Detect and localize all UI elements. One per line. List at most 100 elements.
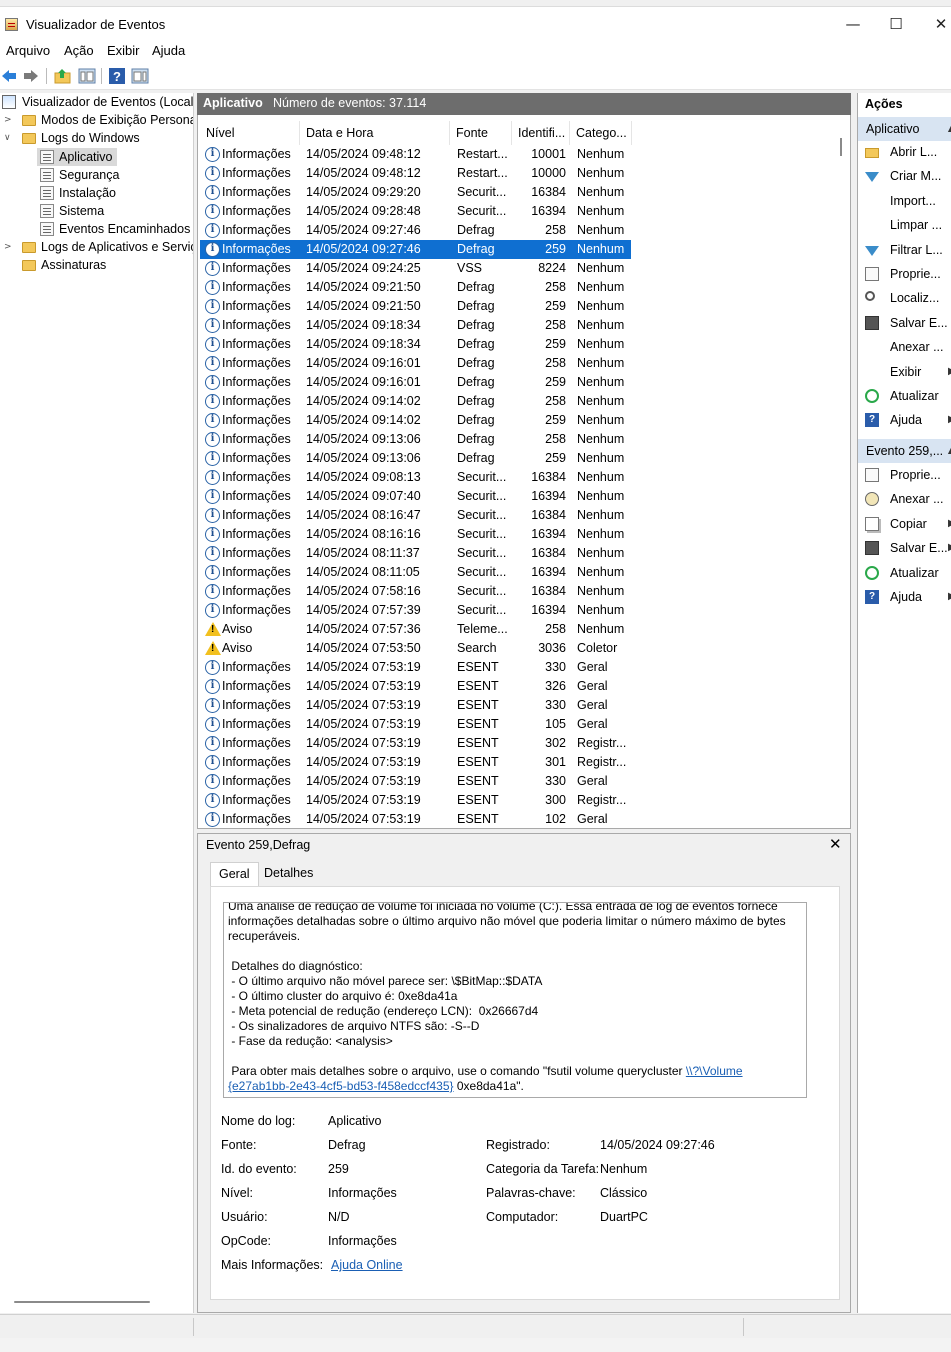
table-row[interactable]: i Informações 14/05/2024 09:16:01 Defrag 258… [200, 354, 631, 373]
actions-section-aplicativo[interactable]: Aplicativo [858, 117, 951, 141]
menu-arquivo[interactable]: Arquivo [6, 43, 50, 58]
table-row[interactable]: i Informações 14/05/2024 09:21:50 Defrag 258… [200, 278, 631, 297]
cell-date: 14/05/2024 09:29:20 [306, 185, 421, 199]
event-list[interactable]: Nível Data e Hora Fonte Identifi... Cate… [200, 121, 836, 827]
tree-node-aplicativo[interactable]: Aplicativo [37, 148, 117, 166]
column-header-source[interactable]: Fonte [450, 121, 512, 145]
action-item[interactable]: Limpar ... [858, 213, 951, 237]
table-row[interactable]: i Informações 14/05/2024 07:58:16 Securit..… [200, 582, 631, 601]
forward-arrow-icon[interactable] [22, 67, 40, 85]
cell-category: Nenhum [577, 166, 625, 180]
menu-acao[interactable]: Ação [64, 43, 94, 58]
table-row[interactable]: i Informações 14/05/2024 07:53:19 ESENT 330 G… [200, 696, 631, 715]
cell-source: Defrag [457, 356, 495, 370]
toolbar-separator [101, 68, 102, 84]
table-row[interactable]: i Informações 14/05/2024 07:53:19 ESENT 105 G… [200, 715, 631, 734]
table-row[interactable]: i Informações 14/05/2024 08:16:47 Securit..… [200, 506, 631, 525]
table-row[interactable]: i Informações 14/05/2024 07:53:19 ESENT 302 R… [200, 734, 631, 753]
action-item[interactable]: Atualizar [858, 561, 951, 585]
column-header-date[interactable]: Data e Hora [300, 121, 450, 145]
description-lines: Uma análise de redução de volume foi ini… [228, 903, 802, 1064]
action-item[interactable]: ?Ajuda▶ [858, 585, 951, 609]
detail-close-icon[interactable]: ✕ [829, 835, 842, 853]
actions-section-event[interactable]: Evento 259,... [858, 439, 951, 463]
event-description[interactable]: Uma análise de redução de volume foi ini… [223, 902, 807, 1098]
action-item[interactable]: Anexar ... [858, 487, 951, 511]
menu-exibir[interactable]: Exibir [107, 43, 140, 58]
volume-link[interactable]: \\?\Volume [686, 1064, 743, 1078]
table-row[interactable]: i Informações 14/05/2024 07:53:19 ESENT 300 R… [200, 791, 631, 810]
show-hide-tree-icon[interactable] [78, 67, 96, 85]
column-header-category[interactable]: Catego... [570, 121, 632, 145]
action-item[interactable]: Proprie... [858, 463, 951, 487]
table-row[interactable]: i Informações 14/05/2024 07:53:19 ESENT 330 G… [200, 658, 631, 677]
table-row[interactable]: i Informações 14/05/2024 09:14:02 Defrag 259… [200, 411, 631, 430]
column-header-id[interactable]: Identifi... [512, 121, 570, 145]
prop-log-name-value: Aplicativo [328, 1114, 382, 1128]
action-item[interactable]: Salvar E...▶ [858, 536, 951, 560]
table-row[interactable]: i Informações 14/05/2024 07:57:39 Securit..… [200, 601, 631, 620]
table-row[interactable]: i Informações 14/05/2024 09:18:34 Defrag 258… [200, 316, 631, 335]
table-row[interactable]: i Informações 14/05/2024 09:24:25 VSS 8224 Ne… [200, 259, 631, 278]
expand-chevron-icon[interactable]: > [4, 238, 12, 256]
up-folder-icon[interactable] [54, 67, 72, 85]
table-row[interactable]: i Informações 14/05/2024 07:53:19 ESENT 330 G… [200, 772, 631, 791]
action-item[interactable]: Salvar E... [858, 311, 951, 335]
close-button[interactable]: ✕ [926, 13, 951, 35]
action-item[interactable]: Localiz... [858, 286, 951, 310]
table-row[interactable]: i Informações 14/05/2024 09:48:12 Restart..… [200, 164, 631, 183]
table-row[interactable]: i Informações 14/05/2024 09:48:12 Restart..… [200, 145, 631, 164]
table-row[interactable]: i Informações 14/05/2024 09:27:46 Defrag 258… [200, 221, 631, 240]
back-arrow-icon[interactable] [0, 67, 18, 85]
action-item[interactable]: ?Ajuda▶ [858, 408, 951, 432]
status-bar [0, 1314, 951, 1338]
action-item[interactable]: Atualizar [858, 384, 951, 408]
cell-source: Securit... [457, 470, 507, 484]
table-row[interactable]: i Informações 14/05/2024 09:07:40 Securit..… [200, 487, 631, 506]
table-row[interactable]: i Informações 14/05/2024 07:53:19 ESENT 326 G… [200, 677, 631, 696]
tab-detalhes[interactable]: Detalhes [256, 862, 321, 886]
list-vertical-scrollbar[interactable] [840, 138, 842, 156]
table-row[interactable]: i Informações 14/05/2024 07:53:19 ESENT 102 G… [200, 810, 631, 827]
table-row[interactable]: Aviso 14/05/2024 07:57:36 Teleme... 258 Nenh… [200, 620, 631, 639]
table-row[interactable]: i Informações 14/05/2024 09:13:06 Defrag 259… [200, 449, 631, 468]
table-row[interactable]: i Informações 14/05/2024 09:16:01 Defrag 259… [200, 373, 631, 392]
maximize-button[interactable]: ☐ [881, 13, 911, 35]
table-row[interactable]: i Informações 14/05/2024 09:13:06 Defrag 258… [200, 430, 631, 449]
action-item[interactable]: Copiar▶ [858, 512, 951, 536]
show-hide-action-pane-icon[interactable] [131, 67, 149, 85]
table-row[interactable]: i Informações 14/05/2024 09:29:20 Securit..… [200, 183, 631, 202]
collapse-chevron-icon[interactable]: ∨ [4, 129, 11, 147]
table-row[interactable]: i Informações 14/05/2024 09:18:34 Defrag 259… [200, 335, 631, 354]
action-label: Proprie... [890, 468, 941, 482]
table-row[interactable]: i Informações 14/05/2024 09:28:48 Securit..… [200, 202, 631, 221]
action-label: Anexar ... [890, 340, 944, 355]
tree-node-label: Aplicativo [59, 150, 113, 164]
action-item[interactable]: Abrir L... [858, 140, 951, 164]
table-row[interactable]: i Informações 14/05/2024 09:27:46 Defrag 259… [200, 240, 631, 259]
menu-ajuda[interactable]: Ajuda [152, 43, 185, 58]
action-item[interactable]: Exibir▶ [858, 360, 951, 384]
table-row[interactable]: i Informações 14/05/2024 08:16:16 Securit..… [200, 525, 631, 544]
tree-horizontal-scrollbar[interactable] [14, 1301, 150, 1303]
table-row[interactable]: Aviso 14/05/2024 07:53:50 Search 3036 Coleto… [200, 639, 631, 658]
table-row[interactable]: i Informações 14/05/2024 09:08:13 Securit..… [200, 468, 631, 487]
minimize-button[interactable]: — [838, 13, 868, 35]
table-row[interactable]: i Informações 14/05/2024 09:21:50 Defrag 259… [200, 297, 631, 316]
table-row[interactable]: i Informações 14/05/2024 08:11:05 Securit..… [200, 563, 631, 582]
action-item[interactable]: Proprie... [858, 262, 951, 286]
action-item[interactable]: Filtrar L... [858, 238, 951, 262]
table-row[interactable]: i Informações 14/05/2024 09:14:02 Defrag 258… [200, 392, 631, 411]
help-icon[interactable]: ? [108, 67, 126, 85]
tab-geral[interactable]: Geral [210, 862, 259, 886]
action-item[interactable]: Criar M... [858, 164, 951, 188]
action-item[interactable]: Import... [858, 189, 951, 213]
table-row[interactable]: i Informações 14/05/2024 08:11:37 Securit..… [200, 544, 631, 563]
action-item[interactable]: Anexar ... [858, 335, 951, 359]
table-row[interactable]: i Informações 14/05/2024 07:53:19 ESENT 301 R… [200, 753, 631, 772]
online-help-link[interactable]: Ajuda Online [331, 1258, 403, 1272]
description-line: Detalhes do diagnóstico: [228, 959, 363, 973]
column-header-level[interactable]: Nível [200, 121, 300, 145]
volume-guid-link[interactable]: {e27ab1bb-2e43-4cf5-bd53-f458edccf435} [228, 1079, 454, 1093]
expand-chevron-icon[interactable]: > [4, 111, 12, 129]
